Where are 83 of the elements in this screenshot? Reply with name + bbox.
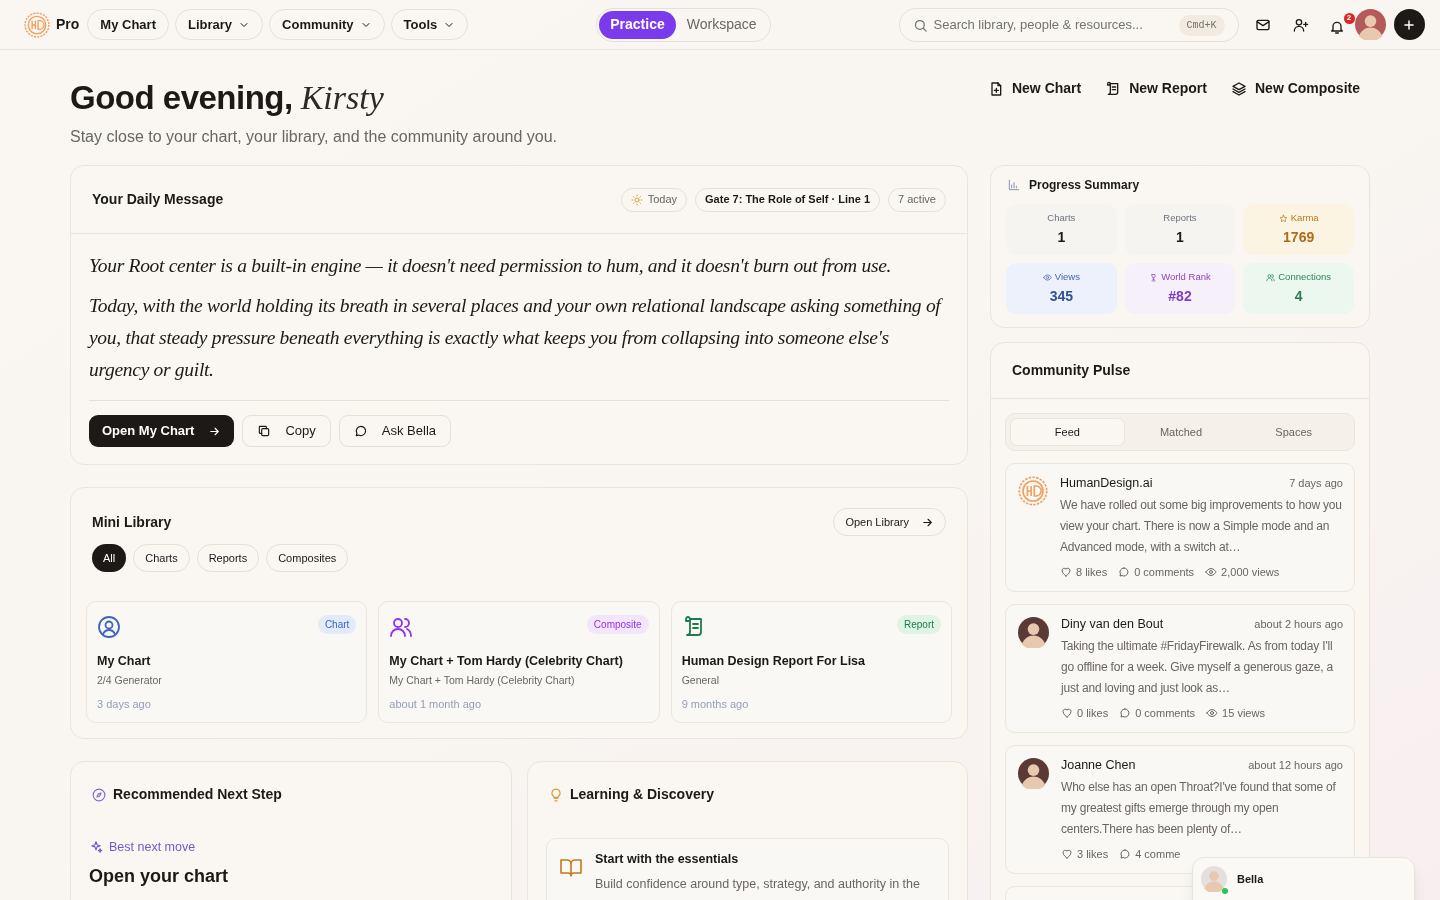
- eyebrow-label: Best next move: [109, 839, 196, 856]
- card-title: Recommended Next Step: [113, 785, 282, 804]
- stat-label: World Rank: [1161, 269, 1211, 284]
- post-card[interactable]: HumanDesign.ai 7 days ago We have rolled out some big improvements to how you view your chart. There is now a Simple mode and an Advanced mode, with a switch at… 8 likes 0 comments 2,000 views: [1005, 463, 1355, 592]
- stat-label: Views: [1054, 269, 1080, 284]
- item-subtitle: 2/4 Generator: [97, 672, 163, 688]
- post-time: about 2 hours ago: [1254, 617, 1343, 632]
- filter-chip[interactable]: All: [92, 544, 127, 572]
- message-text: Today, with the world holding its breath in several places and your own relational landscape asking something of you, that steady pressure beneath everything is exactly what keeps you from collapsing into someone else's urgency or guilt.: [89, 294, 944, 382]
- feed-tab[interactable]: Feed: [1010, 418, 1125, 446]
- post-time: about 12 hours ago: [1248, 758, 1343, 773]
- card-title: Mini Library: [92, 512, 172, 532]
- stat-label: Charts: [1047, 210, 1076, 225]
- type-tag: Composite: [586, 615, 649, 634]
- post-author: Diny van den Bout: [1061, 616, 1164, 633]
- greeting-title: Good evening,: [70, 78, 293, 118]
- post-stat: 3 likes: [1077, 846, 1109, 862]
- post-card[interactable]: Joanne Chen about 12 hours ago Who else has an open Throat?I've found that some of my greatest gifts emerge through my open centers.There has been plenty of… 3 likes 4 comme: [1005, 745, 1355, 874]
- copy-button[interactable]: Copy: [242, 415, 331, 447]
- stat-value: #82: [1168, 287, 1192, 307]
- post-text: Who else has an open Throat?I've found that some of my greatest gifts emerge through my open centers.There has been plenty of…: [1061, 778, 1337, 838]
- item-time: 3 days ago: [97, 696, 152, 712]
- nav-menu-item[interactable]: Tools: [390, 9, 469, 40]
- feed-tab[interactable]: Spaces: [1237, 418, 1350, 446]
- item-title: Human Design Report For Lisa: [681, 653, 866, 670]
- ask-button[interactable]: Ask Bella: [338, 415, 452, 447]
- post-text: We have rolled out some big improvements to how you view your chart. There is now a Simple mode and an Advanced mode, with a switch at…: [1060, 496, 1343, 556]
- assistant-name: Bella: [1237, 872, 1264, 887]
- nav-menu-item[interactable]: My Chart: [87, 9, 169, 40]
- post-author: Joanne Chen: [1061, 757, 1136, 774]
- item-title: My Chart: [97, 653, 152, 670]
- post-stat: 0 likes: [1077, 705, 1109, 721]
- post-author: HumanDesign.ai: [1060, 475, 1153, 492]
- post-stat: 15 views: [1222, 705, 1265, 721]
- library-item-card[interactable]: Chart My Chart 2/4 Generator 3 days ago: [86, 601, 368, 723]
- mode-tab[interactable]: Practice: [599, 10, 676, 39]
- stat-label: Reports: [1163, 210, 1197, 225]
- nav-menu-item[interactable]: Community: [269, 9, 385, 40]
- greeting-subtitle: Stay close to your chart, your library, and the community around you.: [70, 127, 559, 147]
- post-text: Taking the ultimate #FridayFirewalk. As from today I'll go offline for a week. Give myself a generous gaze, a just and loving and just look as…: [1061, 637, 1334, 697]
- resource-card[interactable]: Start with the essentials Build confidence around type, strategy, and authority in the: [546, 838, 949, 900]
- item-subtitle: My Chart + Tom Hardy (Celebrity Chart): [389, 672, 576, 688]
- item-time: 9 months ago: [681, 696, 750, 712]
- brand-name: Pro: [56, 15, 80, 34]
- post-stat: 2,000 views: [1221, 564, 1280, 580]
- stat-label: Connections: [1278, 269, 1332, 284]
- stat-value: 345: [1049, 287, 1073, 307]
- mode-tab[interactable]: Workspace: [675, 10, 768, 39]
- card-title: Your Daily Message: [92, 190, 224, 209]
- card-title: Progress Summary: [1029, 177, 1140, 194]
- message-text: Your Root center is a built-in engine — it doesn't need permission to hum, and it doesn't burn out from use.: [89, 254, 893, 278]
- stat-value: 1769: [1283, 228, 1315, 248]
- post-stat: 8 likes: [1076, 564, 1108, 580]
- quick-action-button[interactable]: New Composite: [1231, 78, 1360, 99]
- library-item-card[interactable]: Composite My Chart + Tom Hardy (Celebrity Chart) My Chart + Tom Hardy (Celebrity Chart) about 1 month ago: [378, 601, 660, 723]
- nav-menu-item[interactable]: Library: [174, 9, 264, 40]
- stat-value: 4: [1294, 287, 1303, 307]
- library-item-card[interactable]: Report Human Design Report For Lisa General 9 months ago: [670, 601, 952, 723]
- type-tag: Report: [897, 615, 941, 634]
- card-title: Community Pulse: [1012, 361, 1131, 380]
- type-tag: Chart: [317, 615, 357, 634]
- resource-description: Build confidence around type, strategy, and authority in the: [595, 875, 920, 893]
- post-time: 7 days ago: [1289, 476, 1343, 491]
- item-time: about 1 month ago: [389, 696, 483, 712]
- item-title: My Chart + Tom Hardy (Celebrity Chart): [389, 653, 624, 670]
- stat-value: 1: [1057, 228, 1066, 248]
- quick-action-button[interactable]: New Report: [1105, 78, 1207, 99]
- notifications-button[interactable]: 2: [1328, 12, 1355, 37]
- post-stat: 4 comme: [1135, 846, 1181, 862]
- quick-action-button[interactable]: New Chart: [987, 78, 1082, 99]
- assistant-dialog[interactable]: Bella: [1192, 857, 1415, 900]
- stat-label: Karma: [1290, 210, 1319, 225]
- item-subtitle: General: [681, 672, 720, 688]
- post-stat: 0 comments: [1135, 705, 1196, 721]
- card-title: Learning & Discovery: [570, 785, 714, 804]
- notification-badge: 2: [1343, 12, 1355, 24]
- user-name: Kirsty: [300, 78, 384, 118]
- recommendation-heading: Open your chart: [89, 864, 230, 888]
- post-stat: 0 comments: [1134, 564, 1195, 580]
- open-chart-button[interactable]: Open My Chart: [89, 415, 235, 447]
- feed-tab[interactable]: Matched: [1124, 418, 1238, 446]
- stat-value: 1: [1176, 228, 1184, 248]
- resource-title: Start with the essentials: [595, 851, 740, 868]
